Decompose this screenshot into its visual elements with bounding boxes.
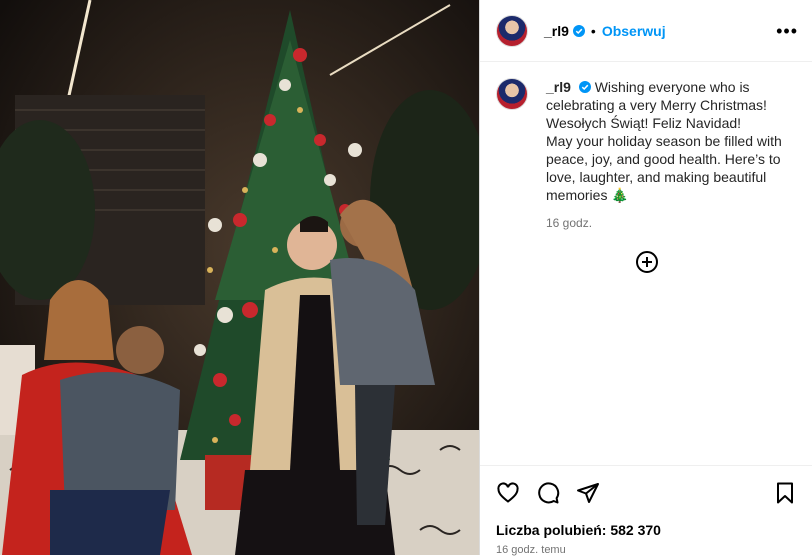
caption-text: Wishing everyone who is celebrating a ve… (546, 79, 782, 203)
separator-dot: • (590, 22, 596, 39)
action-icons-row (480, 466, 812, 510)
verified-badge-icon (572, 24, 585, 37)
add-circle-icon[interactable] (635, 250, 659, 274)
follow-button[interactable]: Obserwuj (602, 23, 666, 39)
posted-timestamp[interactable]: 16 godz. temu (480, 538, 812, 556)
comment-icon[interactable] (536, 481, 560, 505)
post-caption: _rl9 Wishing everyone who is celebrating… (480, 62, 812, 232)
verified-badge-icon (578, 81, 591, 93)
share-icon[interactable] (576, 481, 600, 505)
caption-avatar[interactable] (496, 78, 528, 110)
caption-timestamp[interactable]: 16 godz. (546, 214, 791, 232)
post-header: _rl9 • Obserwuj ••• (480, 0, 812, 62)
post-photo-image (0, 0, 479, 555)
heart-icon[interactable] (496, 481, 520, 505)
likes-count[interactable]: Liczba polubień: 582 370 (480, 510, 812, 538)
post-side-panel: _rl9 • Obserwuj ••• _rl9 Wishing everyon… (479, 0, 812, 556)
caption-username[interactable]: _rl9 (546, 79, 571, 95)
more-options-button[interactable]: ••• (776, 22, 798, 40)
author-avatar[interactable] (496, 14, 528, 47)
post-actions: Liczba polubień: 582 370 16 godz. temu (480, 465, 812, 556)
author-username[interactable]: _rl9 (544, 23, 569, 39)
caption-body: _rl9 Wishing everyone who is celebrating… (546, 78, 791, 232)
bookmark-icon[interactable] (773, 481, 797, 505)
post-photo[interactable] (0, 0, 479, 555)
